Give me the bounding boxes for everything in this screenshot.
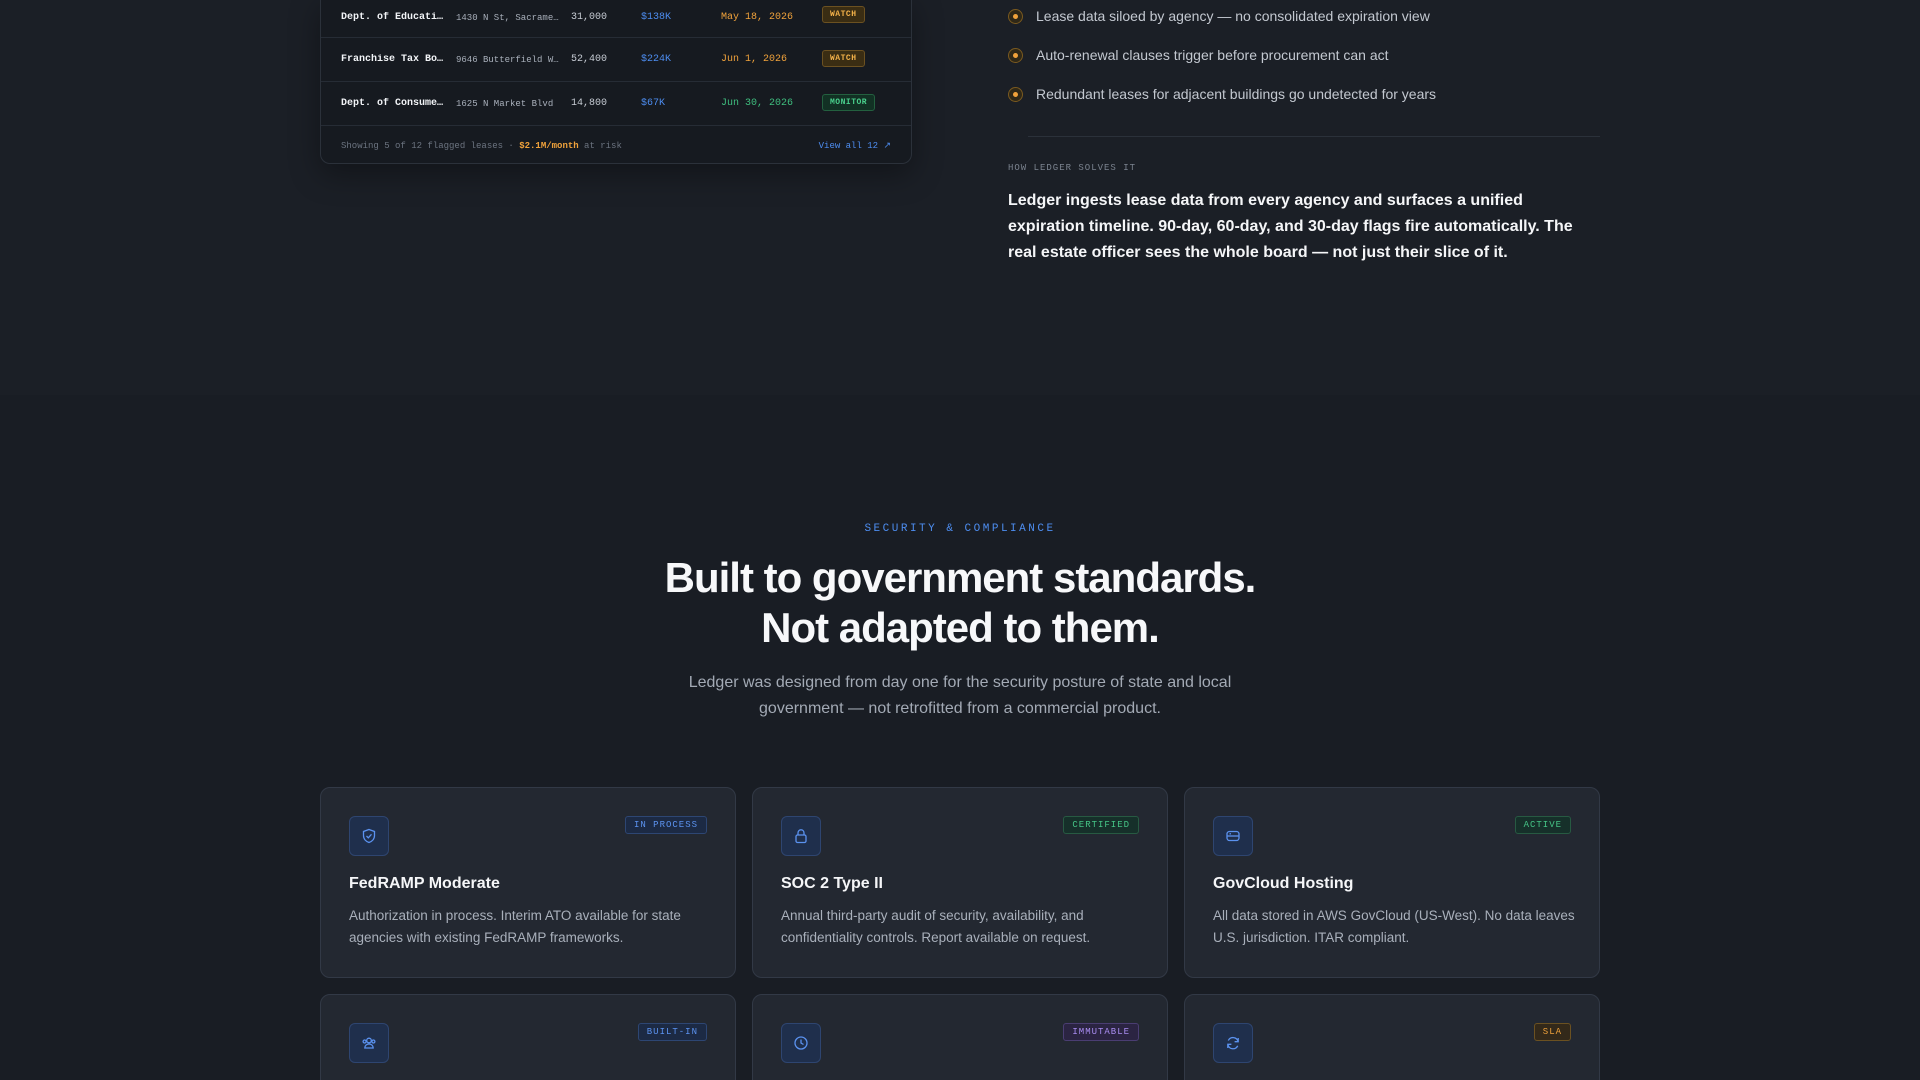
lock-icon: [781, 816, 821, 856]
status-badge: MONITOR: [822, 94, 876, 111]
expiration-date-cell: Jun 30, 2026: [721, 98, 794, 109]
problem-list: Lease data siloed by agency — no consoli…: [1008, 6, 1598, 123]
expiration-date-cell: Jun 1, 2026: [721, 54, 788, 65]
flagged-leases-panel: Dept. of Educati… 1430 N St, Sacrame… 31…: [320, 0, 912, 164]
summary-prefix: Showing 5 of 12 flagged leases ·: [341, 141, 520, 151]
card-description: Annual third-party audit of security, av…: [781, 908, 1091, 945]
problem-text: Lease data siloed by agency — no consoli…: [1036, 8, 1430, 24]
card-description: All data stored in AWS GovCloud (US-West…: [1213, 908, 1575, 945]
agency-cell: Dept. of Educati…: [341, 12, 444, 23]
list-item: Lease data siloed by agency — no consoli…: [1008, 6, 1598, 45]
summary-suffix: at risk: [578, 141, 622, 151]
warning-dot-icon: [1008, 87, 1023, 102]
section-eyebrow: SECURITY & COMPLIANCE: [864, 523, 1056, 535]
sqft-cell: 52,400: [571, 54, 608, 65]
list-item: Redundant leases for adjacent buildings …: [1008, 84, 1598, 123]
warning-dot-icon: [1008, 48, 1023, 63]
card-title: SOC 2 Type II: [781, 875, 883, 892]
headline-line-2: Not adapted to them.: [761, 604, 1160, 651]
solution-label: HOW LEDGER SOLVES IT: [1008, 163, 1137, 173]
status-badge: IN PROCESS: [624, 816, 707, 834]
status-badge: SLA: [1533, 1023, 1571, 1041]
problem-text: Auto-renewal clauses trigger before proc…: [1036, 47, 1389, 63]
compliance-card: BUILT-IN: [320, 994, 736, 1080]
card-title: FedRAMP Moderate: [349, 875, 500, 892]
compliance-card: SLA: [1184, 994, 1600, 1080]
compliance-card-fedramp: IN PROCESS FedRAMP Moderate Authorizatio…: [320, 787, 736, 978]
compliance-card-govcloud: ACTIVE GovCloud Hosting All data stored …: [1184, 787, 1600, 978]
shield-icon: [349, 816, 389, 856]
compliance-card: IMMUTABLE: [752, 994, 1168, 1080]
clock-icon: [781, 1023, 821, 1063]
card-title: GovCloud Hosting: [1213, 875, 1354, 892]
refresh-icon: [1213, 1023, 1253, 1063]
card-description: Authorization in process. Interim ATO av…: [349, 908, 681, 945]
status-badge: WATCH: [822, 50, 865, 67]
table-footer: Showing 5 of 12 flagged leases · $2.1M/m…: [321, 129, 911, 163]
status-badge: ACTIVE: [1514, 816, 1571, 834]
users-icon: [349, 1023, 389, 1063]
address-cell: 9646 Butterfield W…: [456, 54, 559, 65]
status-badge: WATCH: [822, 6, 865, 23]
warning-dot-icon: [1008, 9, 1023, 24]
expiration-date-cell: May 18, 2026: [721, 12, 794, 23]
rent-cell: $67K: [641, 98, 666, 109]
table-row[interactable]: Dept. of Educati… 1430 N St, Sacrame… 31…: [321, 0, 911, 38]
status-badge: CERTIFIED: [1063, 816, 1139, 834]
agency-cell: Dept. of Consume…: [341, 98, 444, 109]
section-headline: Built to government standards. Not adapt…: [0, 553, 1920, 653]
flagged-summary: Showing 5 of 12 flagged leases · $2.1M/m…: [341, 141, 622, 151]
view-all-link[interactable]: View all 12 ↗: [819, 141, 891, 151]
list-item: Auto-renewal clauses trigger before proc…: [1008, 45, 1598, 84]
sqft-cell: 31,000: [571, 12, 608, 23]
risk-amount: $2.1M/month: [519, 141, 579, 151]
agency-cell: Franchise Tax Bo…: [341, 54, 444, 65]
rent-cell: $138K: [641, 12, 672, 23]
solution-text: Ledger ingests lease data from every age…: [1008, 192, 1573, 261]
status-badge: IMMUTABLE: [1063, 1023, 1139, 1041]
compliance-card-soc2: CERTIFIED SOC 2 Type II Annual third-par…: [752, 787, 1168, 978]
table-row[interactable]: Dept. of Consume… 1625 N Market Blvd 14,…: [321, 82, 911, 126]
address-cell: 1430 N St, Sacrame…: [456, 12, 559, 23]
server-icon: [1213, 816, 1253, 856]
table-row[interactable]: Franchise Tax Bo… 9646 Butterfield W… 52…: [321, 38, 911, 82]
sqft-cell: 14,800: [571, 98, 608, 109]
headline-line-1: Built to government standards.: [664, 554, 1257, 601]
address-cell: 1625 N Market Blvd: [456, 98, 554, 109]
section-subhead: Ledger was designed from day one for the…: [688, 674, 1232, 717]
problem-text: Redundant leases for adjacent buildings …: [1036, 86, 1437, 102]
rent-cell: $224K: [641, 54, 672, 65]
problem-section-background: [0, 0, 1920, 395]
status-badge: BUILT-IN: [637, 1023, 707, 1041]
section-divider: [1028, 136, 1600, 137]
